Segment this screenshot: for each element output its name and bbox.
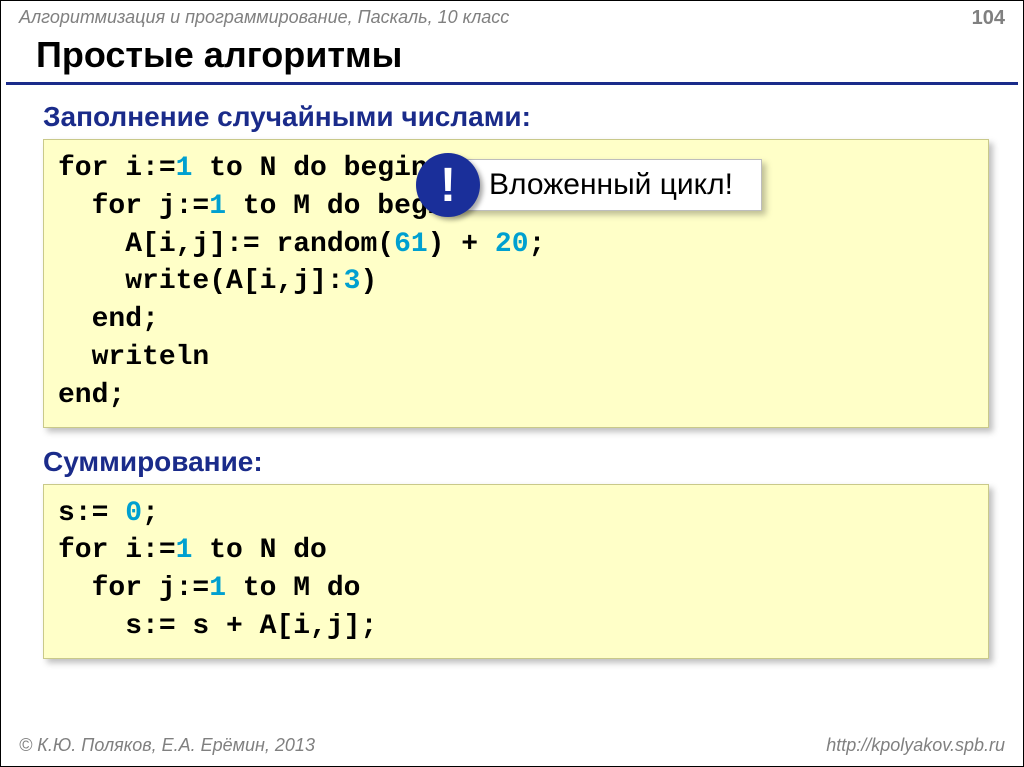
copyright-label: © К.Ю. Поляков, Е.А. Ерёмин, 2013 — [19, 735, 315, 756]
slide: Алгоритмизация и программирование, Паска… — [0, 0, 1024, 767]
page-title: Простые алгоритмы — [6, 34, 1018, 85]
callout-nested-loop: ! Вложенный цикл! — [416, 153, 762, 217]
page-number: 104 — [972, 7, 1005, 30]
exclamation-icon: ! — [416, 153, 480, 217]
slide-header: Алгоритмизация и программирование, Паска… — [1, 1, 1023, 34]
section-heading-fill: Заполнение случайными числами: — [43, 101, 993, 133]
callout-text: Вложенный цикл! — [450, 159, 762, 211]
slide-footer: © К.Ю. Поляков, Е.А. Ерёмин, 2013 http:/… — [1, 727, 1023, 766]
code-block-sum: s:= 0; for i:=1 to N do for j:=1 to M do… — [43, 484, 989, 659]
course-label: Алгоритмизация и программирование, Паска… — [19, 7, 509, 28]
footer-url: http://kpolyakov.spb.ru — [826, 735, 1005, 756]
section-heading-sum: Суммирование: — [43, 446, 993, 478]
